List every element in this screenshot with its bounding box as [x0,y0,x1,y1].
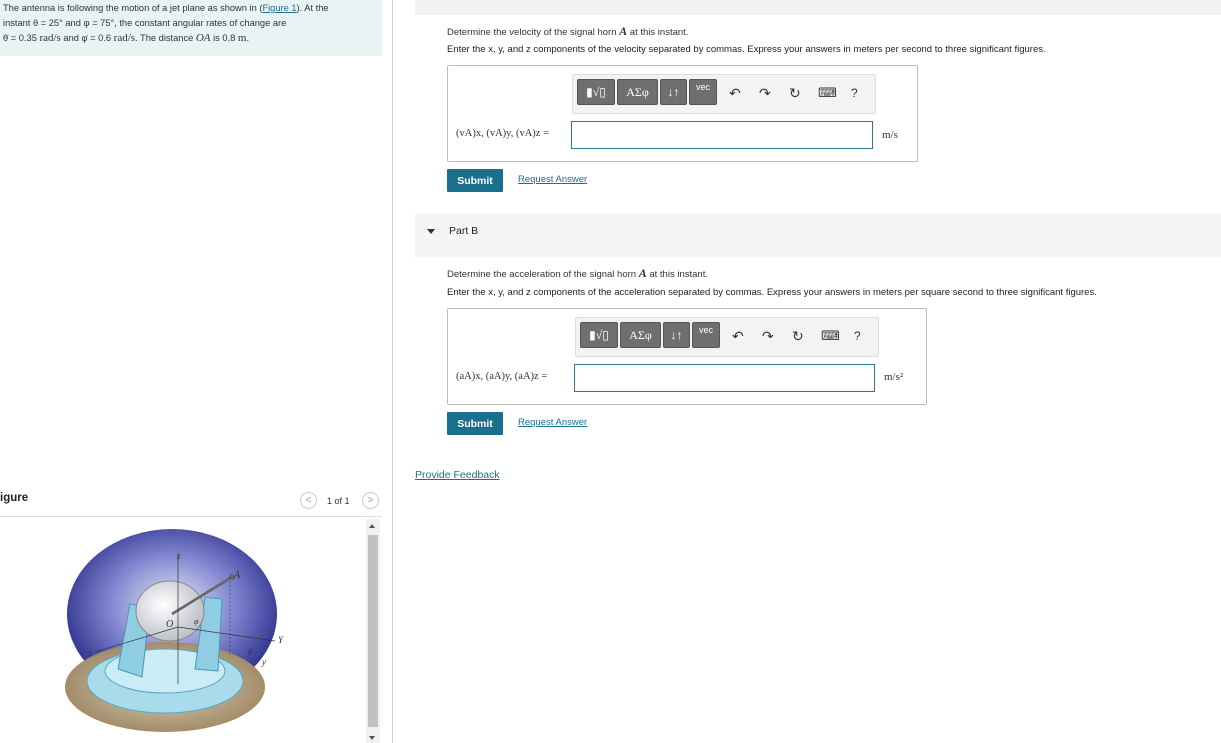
greek-button[interactable]: ΑΣφ [620,322,661,348]
vec-button[interactable]: vec [692,322,720,348]
partA-question: Determine the velocity of the signal hor… [447,24,688,39]
scroll-down-icon[interactable] [369,736,375,740]
redo-icon[interactable]: ↷ [762,328,774,344]
problem-text: θ̇ = 0.35 [3,33,40,43]
question-text: Determine the acceleration of the signal… [447,269,639,280]
partA-instructions: Enter the x, y, and z components of the … [447,44,1046,55]
question-text: at this instant. [646,269,708,280]
figure-next-button[interactable]: > [362,492,379,509]
templates-button[interactable]: ▮√▯ [580,322,618,348]
provide-feedback-link[interactable]: Provide Feedback [415,469,500,481]
question-text: Determine the velocity of the signal hor… [447,27,620,38]
partB-title: Part B [449,225,479,237]
vec-button[interactable]: vec [689,79,717,105]
figure-count: 1 of 1 [327,496,350,506]
partA-answer-label: (vA)x, (vA)y, (vA)z = [456,128,550,139]
problem-text: The antenna is following the motion of a… [3,3,263,13]
figure-title: igure [0,492,29,504]
collapse-triangle-icon[interactable] [427,229,435,234]
problem-text: . [246,33,250,43]
problem-statement: The antenna is following the motion of a… [0,0,382,56]
math-toolbar: ▮√▯ ΑΣφ ↓↑ vec ↶ ↷ ↻ ⌨ ? [575,317,879,357]
phi-label: φ [194,617,199,626]
part-header-bar [415,0,1221,15]
reset-icon[interactable]: ↻ [789,85,801,101]
variable-text: A [619,24,628,38]
dish [135,580,205,642]
templates-button[interactable]: ▮√▯ [577,79,615,105]
figure-link[interactable]: Figure 1 [262,3,296,13]
scrollbar-thumb[interactable] [368,535,378,727]
partA-request-answer-link[interactable]: Request Answer [518,174,587,185]
scroll-up-icon[interactable] [369,524,375,528]
partB-request-answer-link[interactable]: Request Answer [518,417,587,428]
subscript-button[interactable]: ↓↑ [660,79,687,105]
variable-text: OA [195,32,211,44]
partB-unit: m/s² [884,371,904,383]
partB-instructions: Enter the x, y, and z components of the … [447,287,1097,298]
partB-header[interactable]: Part B [415,213,1221,257]
figure-separator [0,516,382,517]
unit-text: rad/s [39,32,61,44]
subscript-button[interactable]: ↓↑ [663,322,690,348]
figure-prev-button[interactable]: < [300,492,317,509]
partA-unit: m/s [882,129,898,141]
reset-icon[interactable]: ↻ [792,328,804,344]
undo-icon[interactable]: ↶ [732,328,744,344]
x-label: x [87,648,92,658]
redo-icon[interactable]: ↷ [759,85,771,101]
keyboard-icon[interactable]: ⌨ [818,85,837,101]
help-icon[interactable]: ? [851,85,858,101]
problem-text: ). At the [296,3,329,13]
variable-text: A [638,266,647,280]
Y-label: Y [278,635,284,645]
y-label: y [261,657,266,667]
help-icon[interactable]: ? [854,328,861,344]
problem-text: is 0.8 [210,33,238,43]
partB-answer-input[interactable] [574,364,875,392]
partB-submit-button[interactable]: Submit [447,412,503,435]
partA-submit-button[interactable]: Submit [447,169,503,192]
z-label: z [176,551,181,561]
partA-answer-input[interactable] [571,121,873,149]
theta-label: θ [248,648,252,657]
math-toolbar: ▮√▯ ΑΣφ ↓↑ vec ↶ ↷ ↻ ⌨ ? [572,74,876,114]
problem-text: and φ̇ = 0.6 [60,33,114,43]
partB-answer-label: (aA)x, (aA)y, (aA)z = [456,371,548,382]
partB-question: Determine the acceleration of the signal… [447,266,708,281]
problem-text: . The distance [135,33,196,43]
antenna-figure: z A O φ θ x Y y [65,529,284,732]
question-text: at this instant. [627,27,689,38]
undo-icon[interactable]: ↶ [729,85,741,101]
keyboard-icon[interactable]: ⌨ [821,328,840,344]
A-label: A [233,570,241,581]
unit-text: rad/s [113,32,136,44]
O-label: O [166,619,173,630]
problem-text: instant θ = 25° and φ = 75°, the constan… [3,18,287,28]
panel-divider [392,0,393,743]
greek-button[interactable]: ΑΣφ [617,79,658,105]
